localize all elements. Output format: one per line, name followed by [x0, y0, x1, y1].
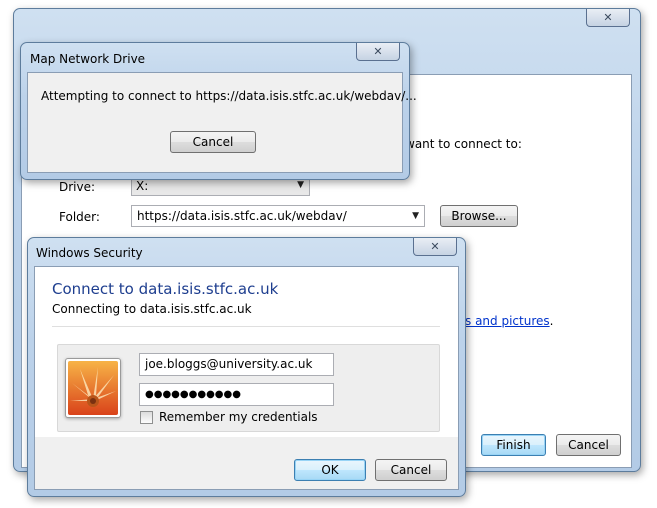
- chevron-down-icon: ▼: [297, 180, 304, 190]
- security-dialog-title: Windows Security: [36, 246, 143, 260]
- ok-button[interactable]: OK: [294, 459, 366, 481]
- security-close-button[interactable]: ✕: [413, 238, 457, 256]
- wizard-cancel-button[interactable]: Cancel: [556, 434, 621, 456]
- folder-label: Folder:: [59, 210, 100, 224]
- drive-label: Drive:: [59, 180, 96, 194]
- progress-cancel-button[interactable]: Cancel: [170, 131, 256, 153]
- security-dialog-body: Connect to data.isis.stfc.ac.uk Connecti…: [34, 266, 459, 490]
- wizard-close-button[interactable]: ✕: [586, 9, 630, 27]
- folder-combo-value: https://data.isis.stfc.ac.uk/webdav/: [137, 209, 347, 223]
- security-heading: Connect to data.isis.stfc.ac.uk: [52, 280, 279, 298]
- remember-label: Remember my credentials: [159, 410, 318, 424]
- close-icon: ✕: [603, 11, 613, 24]
- progress-dialog-title: Map Network Drive: [30, 52, 146, 66]
- flower-icon: [68, 361, 118, 415]
- browse-button[interactable]: Browse...: [440, 205, 518, 227]
- progress-close-button[interactable]: ✕: [356, 43, 400, 61]
- link-suffix: .: [549, 314, 554, 328]
- progress-dialog-body: Attempting to connect to https://data.is…: [27, 72, 417, 173]
- security-subheading: Connecting to data.isis.stfc.ac.uk: [52, 302, 252, 316]
- pictures-link[interactable]: s and pictures: [465, 314, 550, 328]
- progress-dialog-window: Map Network Drive ✕ Attempting to connec…: [20, 42, 417, 180]
- close-icon: ✕: [373, 45, 383, 58]
- security-cancel-button[interactable]: Cancel: [375, 459, 447, 481]
- chevron-down-icon: ▼: [412, 211, 419, 221]
- security-dialog-window: Windows Security ✕ Connect to data.isis.…: [27, 237, 466, 497]
- progress-message: Attempting to connect to https://data.is…: [41, 89, 417, 103]
- header-divider: [52, 326, 440, 327]
- drive-select-value: X:: [136, 179, 149, 193]
- wizard-instruction-text: want to connect to:: [405, 137, 522, 151]
- user-avatar: [65, 358, 121, 418]
- password-field[interactable]: ●●●●●●●●●●●: [139, 383, 334, 406]
- folder-combo[interactable]: https://data.isis.stfc.ac.uk/webdav/ ▼: [131, 205, 425, 227]
- username-field[interactable]: joe.bloggs@university.ac.uk: [139, 353, 334, 376]
- remember-checkbox[interactable]: [140, 411, 153, 424]
- close-icon: ✕: [430, 240, 440, 253]
- finish-button[interactable]: Finish: [481, 434, 546, 456]
- wizard-link-text: s and pictures.: [465, 314, 553, 328]
